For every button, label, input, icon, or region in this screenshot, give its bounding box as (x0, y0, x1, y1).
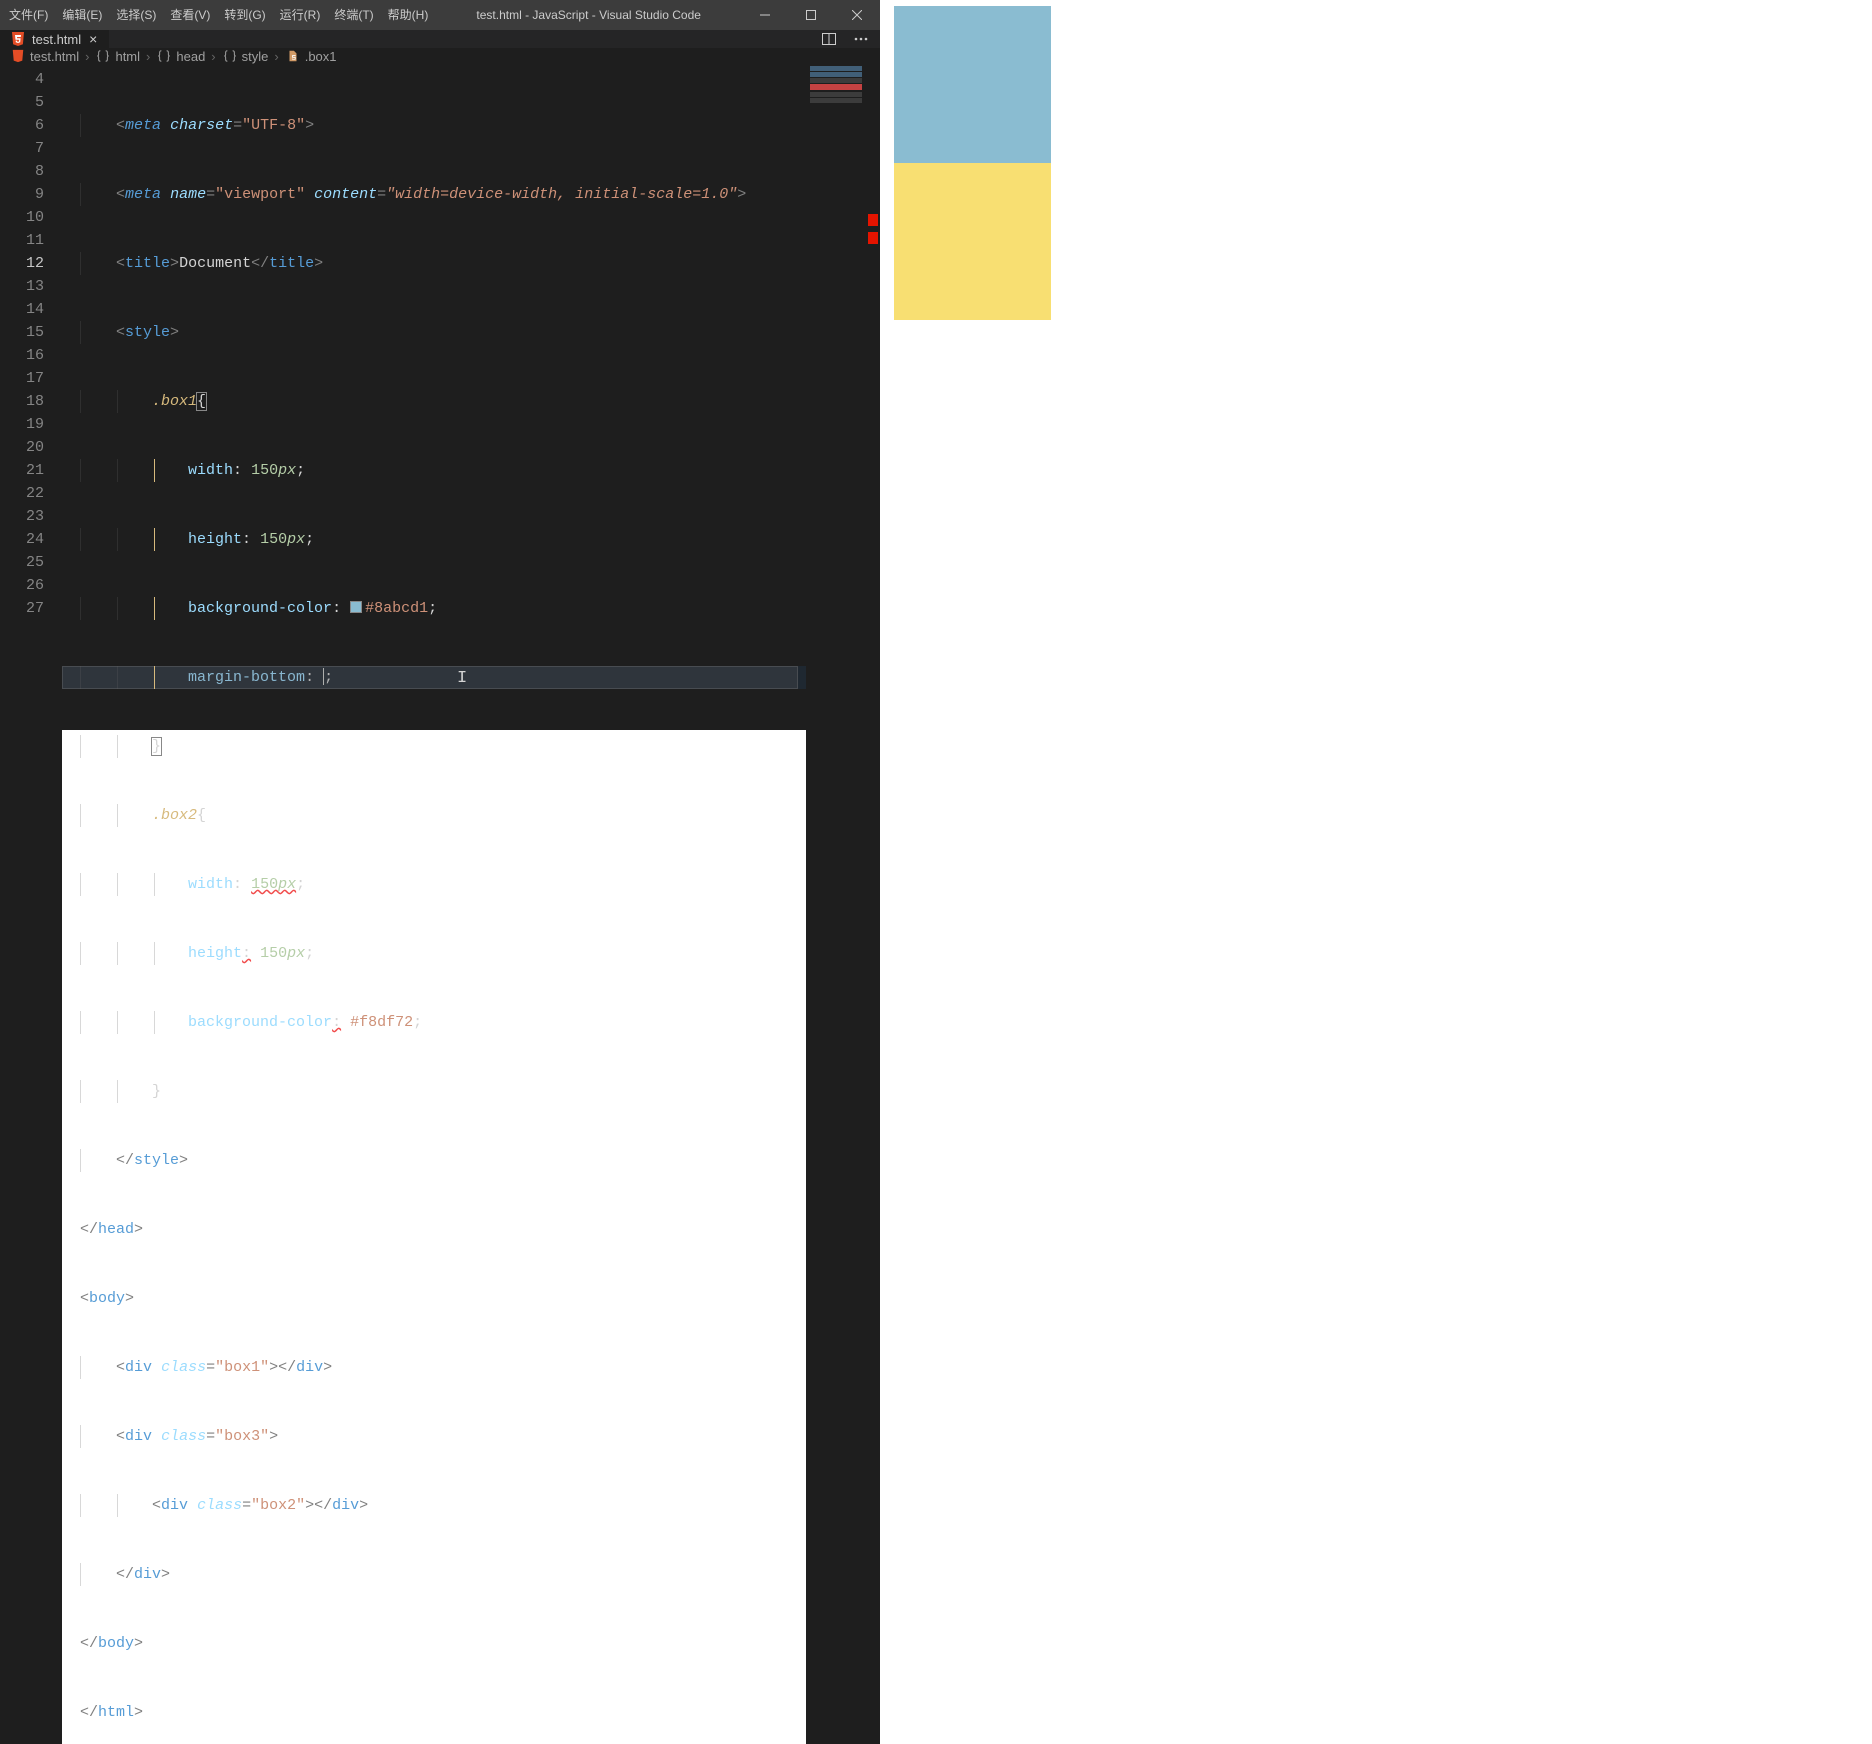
menu-view[interactable]: 查看(V) (163, 0, 217, 30)
chevron-right-icon: › (144, 49, 152, 64)
menu-file[interactable]: 文件(F) (2, 0, 55, 30)
breadcrumb-item[interactable]: test.html (30, 49, 79, 64)
menu-edit[interactable]: 编辑(E) (55, 0, 109, 30)
window-minimize-button[interactable] (742, 0, 788, 30)
css-icon (285, 48, 301, 64)
editor-tabbar: test.html × (0, 30, 880, 48)
bracket-icon (156, 48, 172, 64)
menu-help[interactable]: 帮助(H) (381, 0, 436, 30)
tab-test-html[interactable]: test.html × (0, 30, 110, 48)
breadcrumb-item[interactable]: style (242, 49, 269, 64)
code-area[interactable]: <meta charset="UTF-8"> <meta name="viewp… (62, 64, 880, 1744)
bracket-icon (222, 48, 238, 64)
breadcrumb-item[interactable]: html (115, 49, 140, 64)
menu-go[interactable]: 转到(G) (217, 0, 272, 30)
line-numbers: 4567891011121314151617181920212223242526… (0, 64, 62, 1744)
menu-run[interactable]: 运行(R) (273, 0, 328, 30)
chevron-right-icon: › (272, 49, 280, 64)
window-maximize-button[interactable] (788, 0, 834, 30)
chevron-right-icon: › (209, 49, 217, 64)
menu-terminal[interactable]: 终端(T) (327, 0, 380, 30)
html5-icon (10, 48, 26, 64)
more-actions-icon[interactable] (852, 30, 870, 48)
browser-preview (880, 0, 1872, 872)
breadcrumb[interactable]: test.html › html › head › style › .box1 (0, 48, 880, 64)
tab-close-icon[interactable]: × (87, 31, 99, 47)
split-editor-icon[interactable] (820, 30, 838, 48)
text-cursor (323, 668, 324, 685)
window-close-button[interactable] (834, 0, 880, 30)
html5-icon (10, 31, 26, 47)
preview-box1 (894, 6, 1051, 163)
titlebar: 文件(F) 编辑(E) 选择(S) 查看(V) 转到(G) 运行(R) 终端(T… (0, 0, 880, 30)
minimap[interactable] (806, 64, 866, 1744)
window-title: test.html - JavaScript - Visual Studio C… (435, 8, 742, 22)
tab-label: test.html (32, 32, 81, 47)
menu-select[interactable]: 选择(S) (109, 0, 163, 30)
overview-ruler[interactable] (866, 64, 880, 1744)
breadcrumb-item[interactable]: head (176, 49, 205, 64)
color-swatch[interactable] (350, 601, 362, 613)
chevron-right-icon: › (83, 49, 91, 64)
window-controls (742, 0, 880, 30)
vscode-window: 文件(F) 编辑(E) 选择(S) 查看(V) 转到(G) 运行(R) 终端(T… (0, 0, 880, 730)
editor[interactable]: 4567891011121314151617181920212223242526… (0, 64, 880, 1744)
ibeam-cursor-icon: I (457, 667, 467, 690)
bracket-icon (95, 48, 111, 64)
preview-box2 (894, 163, 1051, 320)
breadcrumb-item[interactable]: .box1 (305, 49, 337, 64)
